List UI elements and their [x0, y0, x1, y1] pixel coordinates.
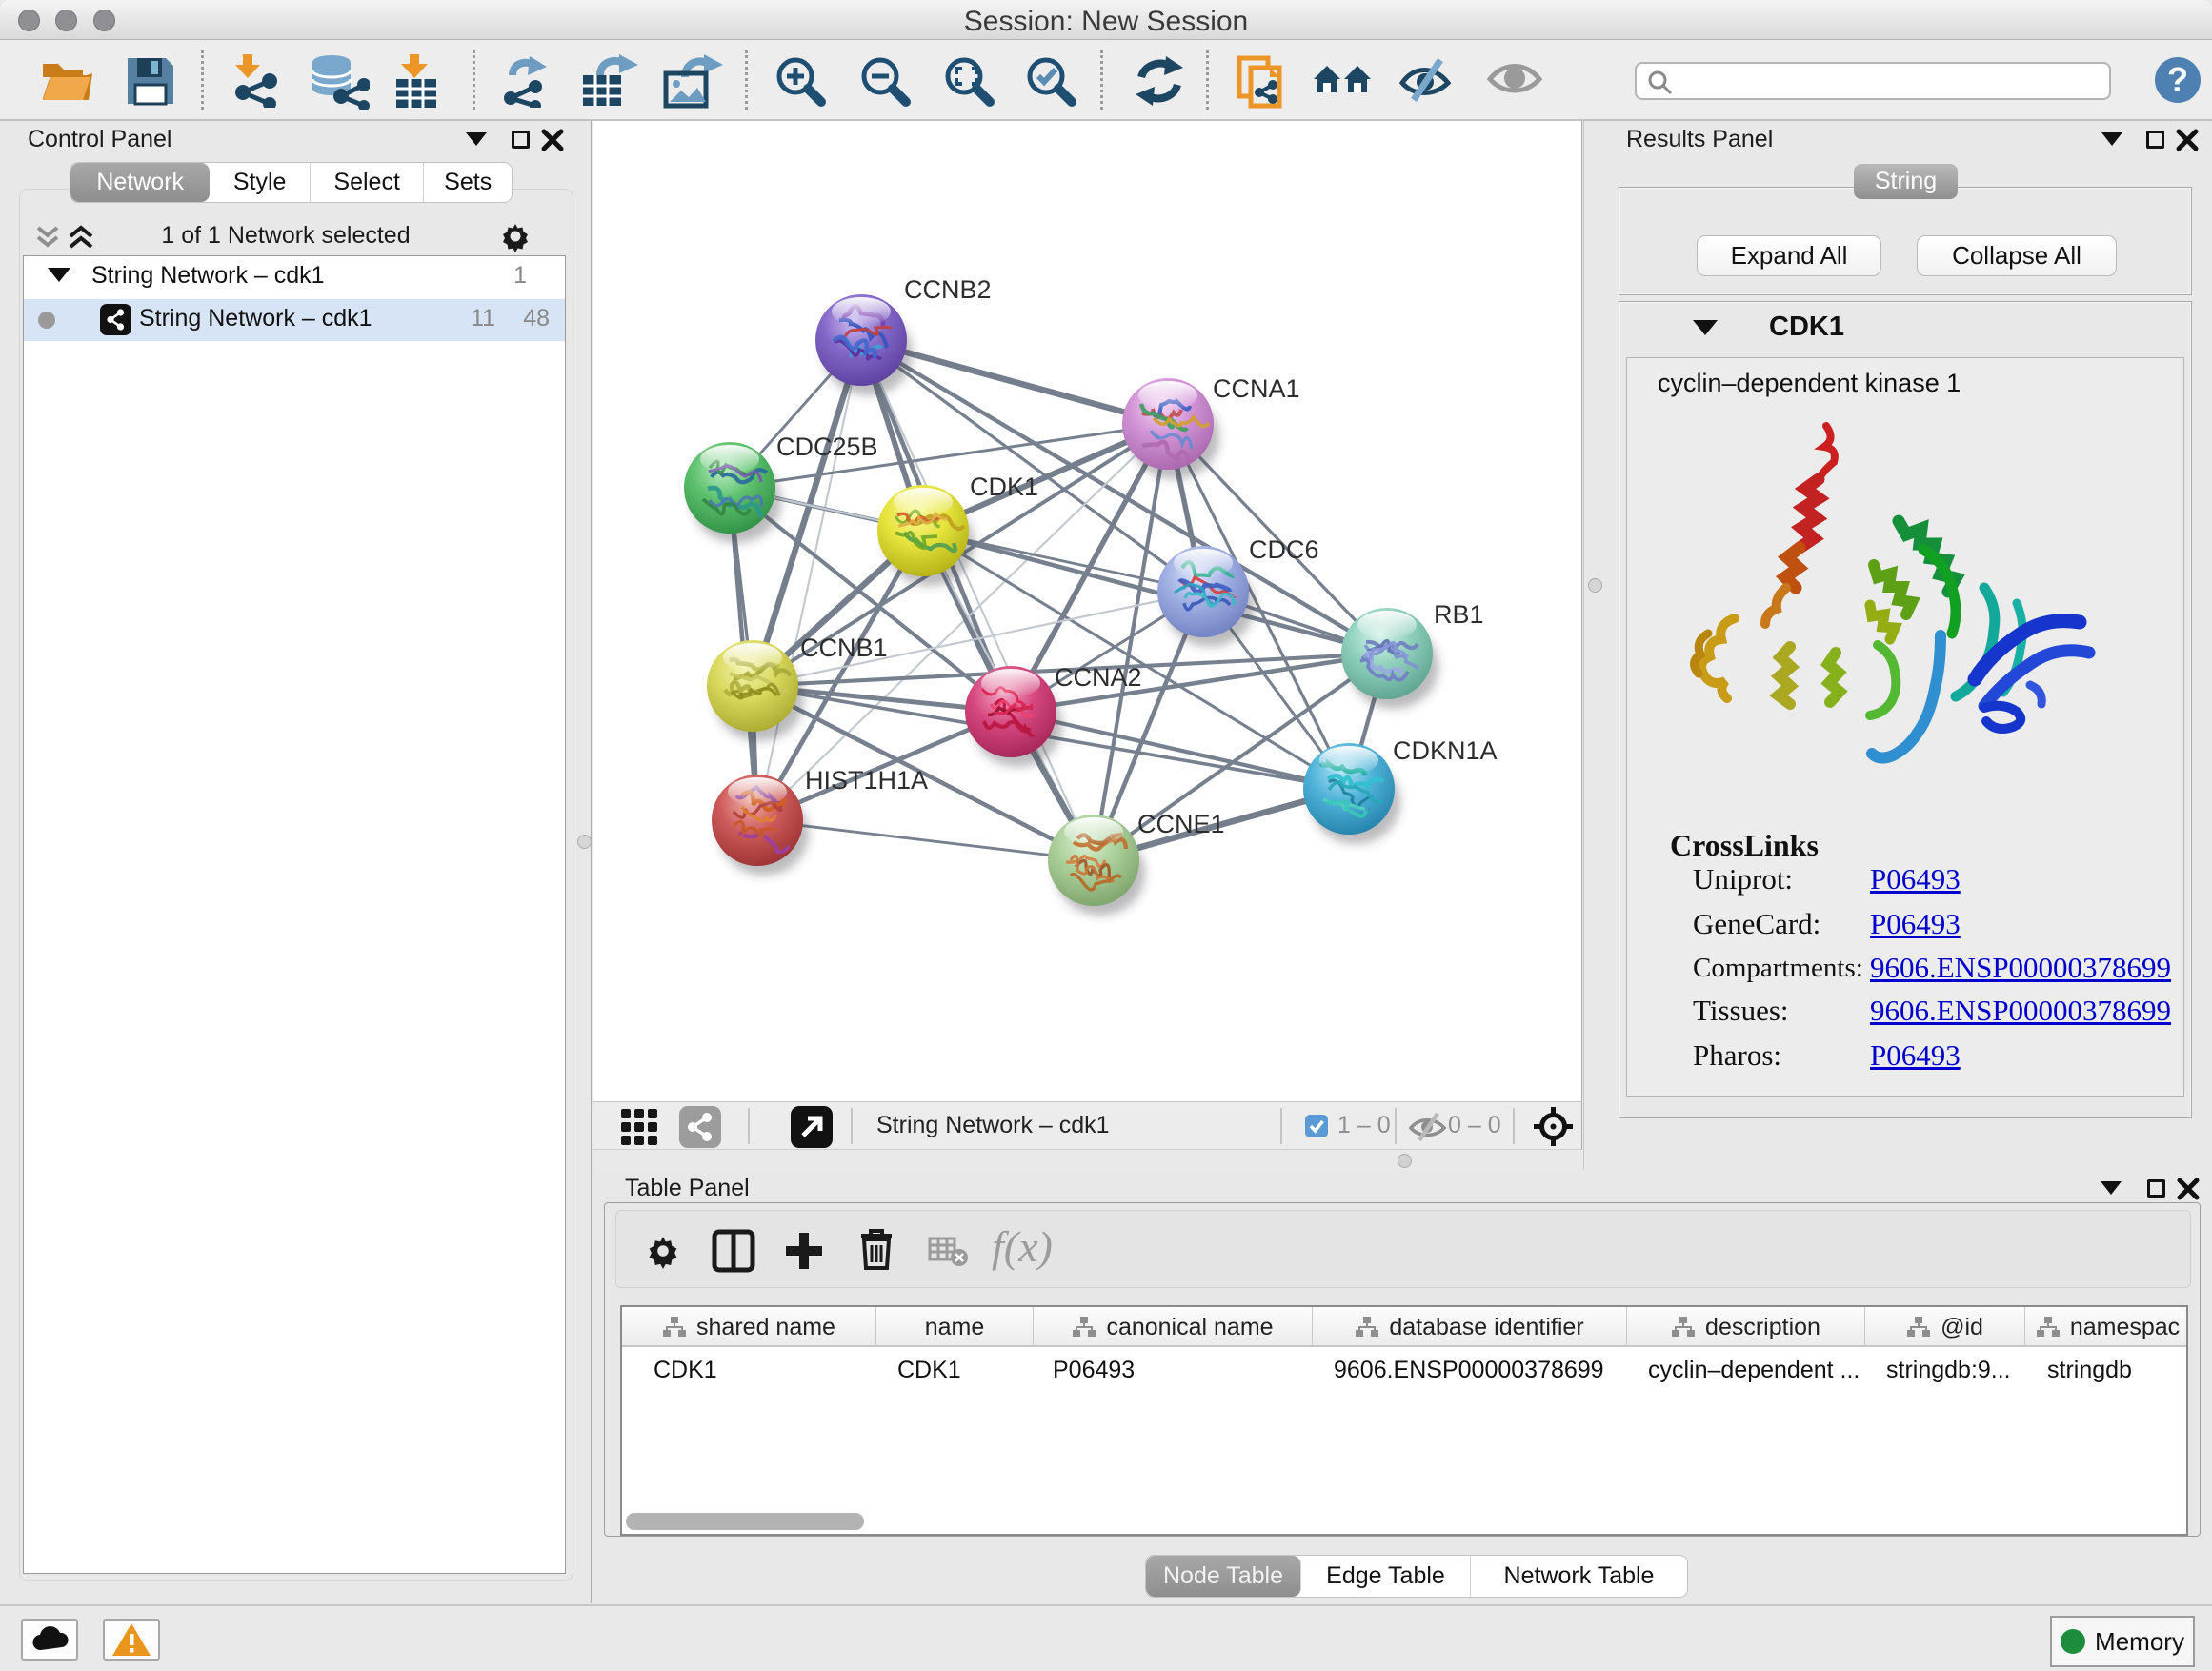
svg-text:CCNB2: CCNB2: [904, 275, 992, 304]
svg-text:HIST1H1A: HIST1H1A: [805, 766, 928, 795]
svg-text:CDKN1A: CDKN1A: [1393, 736, 1498, 765]
svg-text:RB1: RB1: [1434, 600, 1484, 629]
svg-text:CCNB1: CCNB1: [800, 634, 888, 662]
svg-text:CDC25B: CDC25B: [776, 433, 878, 461]
svg-text:CCNA2: CCNA2: [1055, 663, 1142, 692]
svg-text:CDC6: CDC6: [1249, 535, 1319, 564]
svg-text:CDK1: CDK1: [970, 473, 1038, 501]
svg-text:CCNA1: CCNA1: [1213, 374, 1300, 403]
svg-text:CCNE1: CCNE1: [1137, 810, 1225, 838]
